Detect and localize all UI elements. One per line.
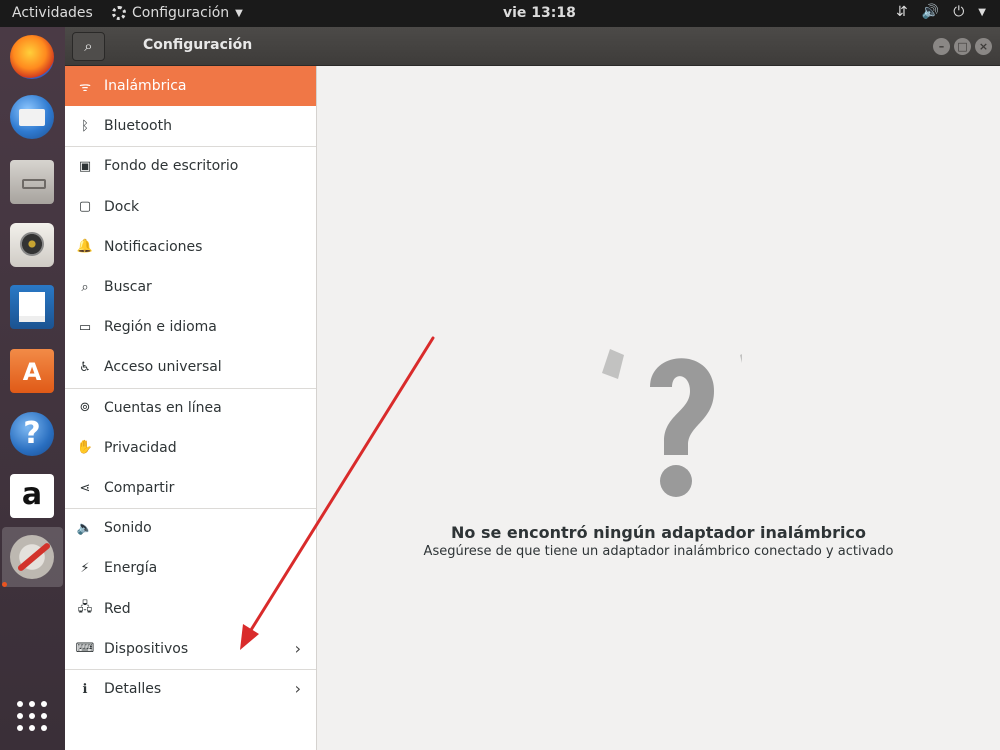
writer-icon[interactable]: [10, 285, 54, 329]
empty-state: No se encontró ningún adaptador inalámbr…: [317, 66, 1000, 750]
chevron-down-icon: ▼: [235, 7, 243, 19]
sidebar-item-label: Sonido: [104, 520, 152, 537]
sidebar-item-12[interactable]: ⚡ Energía: [65, 548, 316, 588]
window-title: Configuración: [143, 37, 253, 53]
sidebar-item-label: Inalámbrica: [104, 78, 187, 94]
settings-icon[interactable]: [2, 527, 63, 587]
dock-icon: ▢: [78, 199, 92, 215]
sidebar-item-label: Fondo de escritorio: [104, 158, 239, 175]
activities-button[interactable]: Actividades: [12, 5, 93, 21]
volume-icon[interactable]: 🔊: [922, 4, 939, 22]
search-icon: ⌕: [81, 279, 89, 295]
maximize-button[interactable]: □: [954, 38, 971, 55]
files-icon[interactable]: [10, 160, 54, 204]
sidebar-item-0[interactable]: ᯤ Inalámbrica: [65, 66, 316, 106]
firefox-icon[interactable]: [10, 35, 54, 79]
app-menu-label: Configuración: [132, 5, 230, 21]
sidebar-item-2[interactable]: ▣ Fondo de escritorio: [65, 146, 316, 186]
gear-icon: [112, 6, 126, 20]
sidebar-item-label: Acceso universal: [104, 359, 222, 376]
sidebar-item-3[interactable]: ▢ Dock: [65, 187, 316, 227]
sidebar-item-14[interactable]: ⌨ Dispositivos ›: [65, 629, 316, 669]
sidebar-item-11[interactable]: 🔈 Sonido: [65, 508, 316, 548]
chevron-right-icon: ›: [294, 638, 301, 658]
search-icon: ⌕: [84, 37, 93, 55]
sidebar-item-label: Región e idioma: [104, 319, 217, 336]
rhythmbox-icon[interactable]: [10, 223, 54, 267]
settings-icon-graphic: [10, 535, 54, 579]
network-icon: 🖧: [77, 599, 93, 615]
chevron-right-icon: ›: [294, 679, 301, 698]
power-icon: ⚡: [80, 560, 90, 576]
sidebar-item-label: Compartir: [104, 480, 175, 496]
sidebar-item-label: Energía: [104, 560, 158, 577]
help-icon[interactable]: ?: [10, 412, 54, 456]
clock[interactable]: vie 13:18: [503, 5, 576, 21]
chevron-down-icon[interactable]: ▼: [978, 4, 986, 22]
sidebar-item-5[interactable]: ⌕ Buscar: [65, 267, 316, 307]
share-icon: ⋖: [79, 480, 91, 496]
network-icon[interactable]: ⇵: [896, 4, 908, 22]
sidebar-item-label: Notificaciones: [104, 238, 203, 255]
empty-state-subtitle: Asegúrese de que tiene un adaptador inal…: [423, 544, 894, 559]
sidebar-item-label: Buscar: [104, 279, 152, 295]
sidebar-item-label: Privacidad: [104, 439, 177, 456]
amazon-icon[interactable]: a: [10, 474, 54, 518]
region-icon: ▭: [78, 319, 92, 335]
sidebar-item-label: Detalles: [104, 681, 162, 697]
wifi-icon: ᯤ: [79, 80, 91, 95]
window-controls: – □ ×: [933, 38, 992, 55]
close-button[interactable]: ×: [975, 38, 992, 55]
accessibility-icon: ♿: [79, 359, 91, 375]
sidebar-item-label: Bluetooth: [104, 118, 172, 135]
sidebar-item-4[interactable]: 🔔 Notificaciones: [65, 227, 316, 267]
dock: A ? a: [0, 27, 65, 750]
minimize-button[interactable]: –: [933, 38, 950, 55]
system-tray[interactable]: ⇵ 🔊 ⏻ ▼: [896, 4, 986, 22]
sidebar-item-9[interactable]: ✋ Privacidad: [65, 428, 316, 468]
bluetooth-icon: ᛒ: [81, 118, 89, 134]
sidebar-item-1[interactable]: ᛒ Bluetooth: [65, 106, 316, 146]
power-icon[interactable]: ⏻: [953, 4, 964, 22]
privacy-icon: ✋: [76, 440, 94, 456]
top-bar: Actividades Configuración ▼ vie 13:18 ⇵ …: [0, 0, 1000, 27]
sidebar-item-label: Dock: [104, 198, 140, 215]
background-icon: ▣: [78, 158, 92, 174]
sidebar-item-10[interactable]: ⋖ Compartir: [65, 468, 316, 508]
settings-sidebar: ᯤ Inalámbrica ᛒ Bluetooth ▣ Fondo de escritor…: [65, 66, 317, 750]
devices-icon: ⌨: [75, 641, 95, 657]
sidebar-item-13[interactable]: 🖧 Red: [65, 589, 316, 629]
info-icon: ℹ: [82, 681, 88, 697]
active-indicator: [2, 582, 7, 587]
sidebar-item-label: Dispositivos: [104, 640, 189, 657]
sidebar-item-15[interactable]: ℹ Detalles ›: [65, 669, 316, 709]
sidebar-item-6[interactable]: ▭ Región e idioma: [65, 307, 316, 347]
sound-icon: 🔈: [76, 520, 94, 536]
search-button[interactable]: ⌕: [72, 32, 105, 61]
question-mark-icon: [602, 349, 742, 497]
settings-window: ⌕ Configuración – □ × ᯤ Inalámbrica ᛒ Bluet…: [65, 27, 1000, 750]
sidebar-item-8[interactable]: ⊚ Cuentas en línea: [65, 388, 316, 428]
sidebar-item-7[interactable]: ♿ Acceso universal: [65, 347, 316, 387]
bell-icon: 🔔: [76, 239, 94, 255]
thunderbird-icon[interactable]: [10, 95, 54, 139]
sidebar-item-label: Cuentas en línea: [104, 399, 222, 416]
online-accounts-icon: ⊚: [79, 400, 91, 416]
software-icon[interactable]: A: [10, 349, 54, 393]
show-applications-button[interactable]: [17, 701, 47, 731]
empty-state-title: No se encontró ningún adaptador inalámbr…: [451, 523, 866, 542]
header-bar: ⌕ Configuración – □ ×: [65, 27, 1000, 66]
sidebar-item-label: Red: [104, 600, 131, 617]
app-menu[interactable]: Configuración ▼: [112, 5, 243, 21]
